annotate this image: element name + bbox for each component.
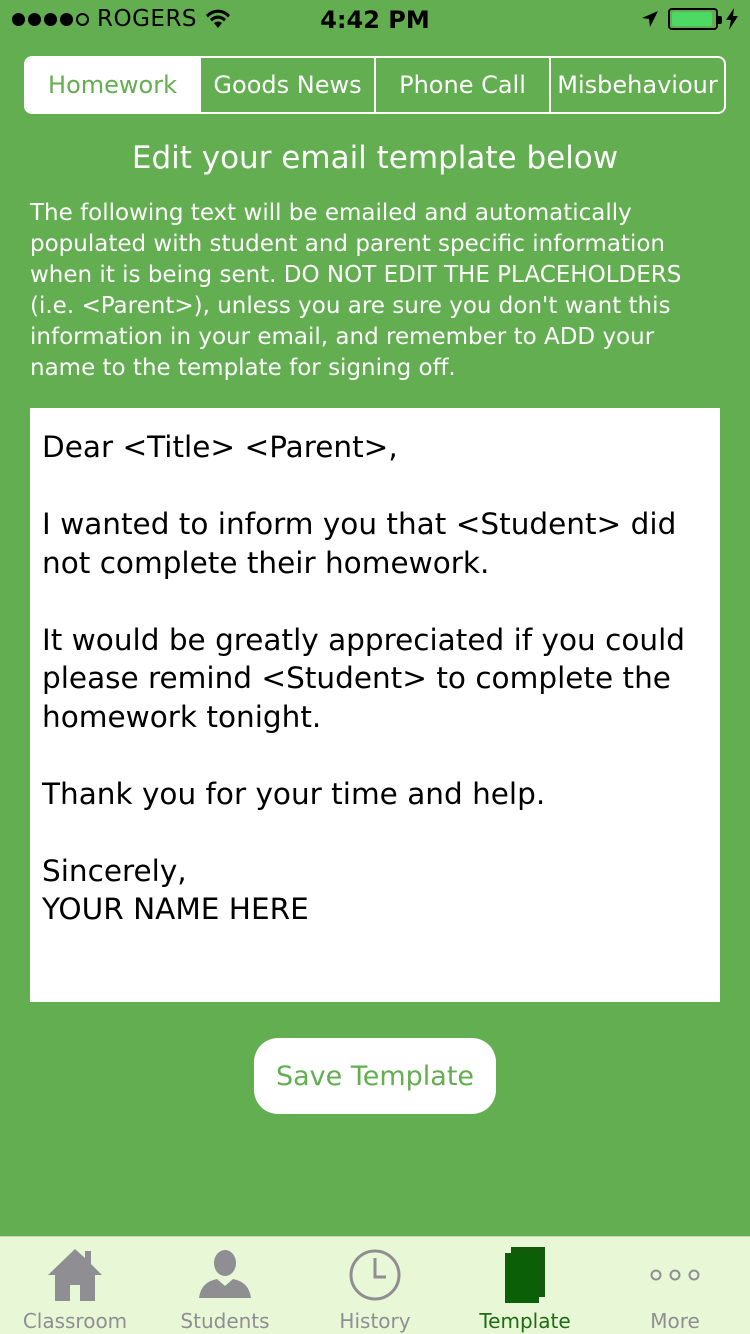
status-right [640,8,738,30]
tab-history[interactable]: History [300,1237,450,1334]
tab-classroom-label: Classroom [22,1309,128,1333]
template-type-segmented-control: Homework Goods News Phone Call Misbehavi… [24,56,726,114]
tab-more[interactable]: More [600,1237,750,1334]
tab-more-label: More [650,1309,700,1333]
page-heading: Edit your email template below [131,140,619,176]
email-template-editor[interactable]: Dear <Title> <Parent>, I wanted to infor… [30,408,720,1002]
tab-students[interactable]: Students [150,1237,300,1334]
status-time: 4:42 PM [320,6,430,34]
clock-icon [335,1245,415,1305]
person-icon [185,1245,265,1305]
segment-good-news[interactable]: Goods News [199,58,374,112]
more-dots-icon [635,1245,715,1305]
charging-bolt-icon [726,8,738,30]
tab-students-label: Students [180,1309,270,1333]
battery-icon [668,8,722,30]
tab-template-label: Template [479,1309,571,1333]
house-icon [35,1245,115,1305]
segment-misbehaviour[interactable]: Misbehaviour [549,58,724,112]
instructions-text: The following text will be emailed and a… [30,200,682,381]
status-bar: ROGERS 4:42 PM [0,0,750,40]
location-arrow-icon [642,11,658,27]
tab-bar: Classroom Students History Template More [0,1236,750,1334]
tab-template[interactable]: Template [450,1237,600,1334]
tab-history-label: History [339,1309,411,1333]
tab-classroom[interactable]: Classroom [0,1237,150,1334]
document-icon [485,1245,565,1305]
segment-homework[interactable]: Homework [26,58,199,112]
segment-phone-call[interactable]: Phone Call [374,58,549,112]
save-template-button[interactable]: Save Template [254,1038,496,1114]
